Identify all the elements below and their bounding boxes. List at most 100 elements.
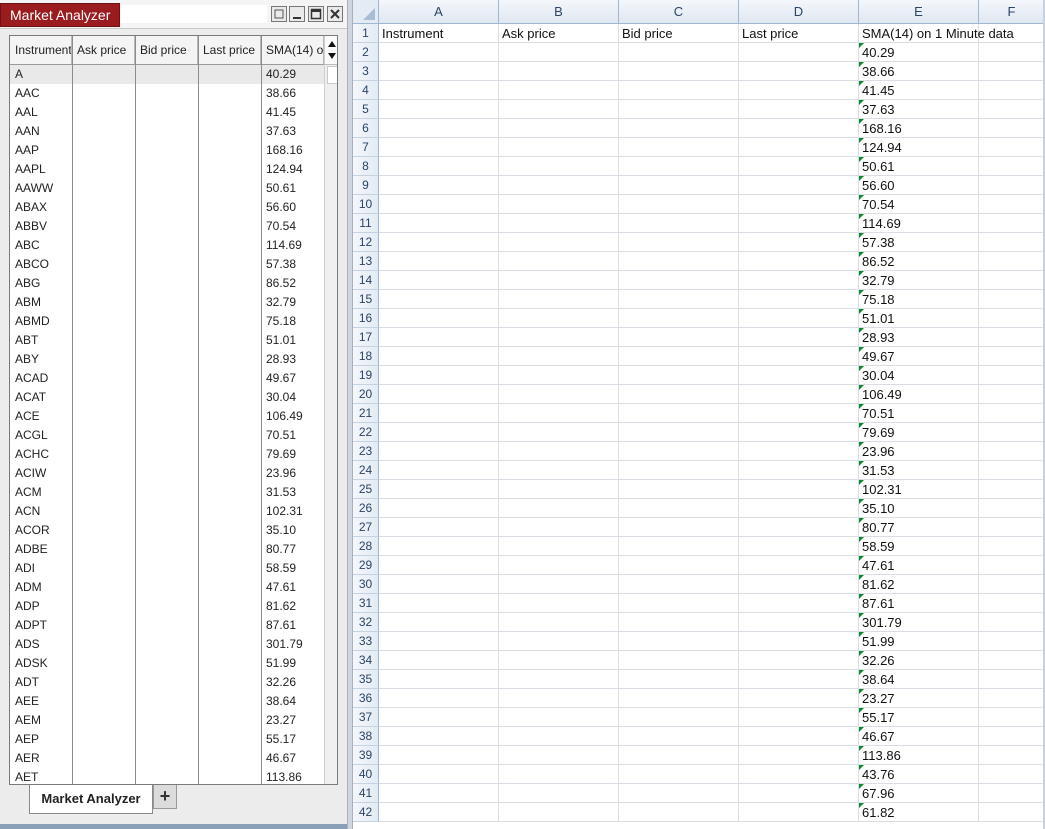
cell[interactable] [619, 290, 739, 309]
cell[interactable]: 67.96 [859, 784, 979, 803]
tab-market-analyzer[interactable]: Market Analyzer [29, 785, 153, 814]
cell-sma[interactable]: 57.38 [261, 255, 324, 274]
table-row[interactable]: ADSK 51.99 [10, 654, 324, 673]
cell-sma[interactable]: 49.67 [261, 369, 324, 388]
cell[interactable]: 70.54 [859, 195, 979, 214]
cell[interactable]: 23.96 [859, 442, 979, 461]
cell[interactable] [739, 366, 859, 385]
cell[interactable] [619, 252, 739, 271]
cell[interactable] [619, 613, 739, 632]
cell-sma[interactable]: 124.94 [261, 160, 324, 179]
cell-instrument[interactable]: ACAD [10, 369, 72, 388]
cell[interactable]: 55.17 [859, 708, 979, 727]
add-tab-button[interactable]: + [153, 785, 177, 809]
cell-sma[interactable]: 37.63 [261, 122, 324, 141]
cell[interactable] [379, 347, 499, 366]
cell[interactable]: 40.29 [859, 43, 979, 62]
cell-sma[interactable]: 38.66 [261, 84, 324, 103]
table-row[interactable]: ABMD 75.18 [10, 312, 324, 331]
cell[interactable] [619, 423, 739, 442]
cell[interactable] [739, 708, 859, 727]
cell-sma[interactable]: 55.17 [261, 730, 324, 749]
cell[interactable] [499, 62, 619, 81]
row-number[interactable]: 23 [353, 442, 379, 461]
cell[interactable] [739, 689, 859, 708]
cell-sma[interactable]: 50.61 [261, 179, 324, 198]
table-row[interactable]: ACM 31.53 [10, 483, 324, 502]
column-header-bid-price[interactable]: Bid price [135, 36, 198, 64]
cell[interactable] [619, 784, 739, 803]
cell[interactable] [979, 556, 1045, 575]
cell-bid-price[interactable] [135, 578, 198, 597]
cell[interactable] [379, 537, 499, 556]
cell-bid-price[interactable] [135, 293, 198, 312]
row-number[interactable]: 26 [353, 499, 379, 518]
row-number[interactable]: 31 [353, 594, 379, 613]
cell[interactable]: Ask price [499, 24, 619, 43]
cell-sma[interactable]: 32.26 [261, 673, 324, 692]
cell[interactable] [379, 594, 499, 613]
cell-bid-price[interactable] [135, 616, 198, 635]
cell[interactable]: 102.31 [859, 480, 979, 499]
table-row[interactable]: ABCO 57.38 [10, 255, 324, 274]
cell-bid-price[interactable] [135, 274, 198, 293]
column-header-last-price[interactable]: Last price [198, 36, 261, 64]
cell-ask-price[interactable] [72, 559, 135, 578]
table-row[interactable]: AER 46.67 [10, 749, 324, 768]
cell[interactable] [379, 119, 499, 138]
cell-instrument[interactable]: AAP [10, 141, 72, 160]
cell[interactable] [979, 157, 1045, 176]
table-row[interactable]: ADP 81.62 [10, 597, 324, 616]
cell[interactable] [739, 233, 859, 252]
cell[interactable]: 75.18 [859, 290, 979, 309]
cell[interactable]: 41.45 [859, 81, 979, 100]
cell[interactable]: 61.82 [859, 803, 979, 822]
cell[interactable] [499, 309, 619, 328]
cell[interactable] [379, 556, 499, 575]
cell-ask-price[interactable] [72, 597, 135, 616]
cell[interactable] [499, 43, 619, 62]
cell-sma[interactable]: 47.61 [261, 578, 324, 597]
table-row[interactable]: AAWW 50.61 [10, 179, 324, 198]
cell-bid-price[interactable] [135, 160, 198, 179]
cell[interactable] [979, 24, 1045, 43]
cell[interactable] [619, 689, 739, 708]
cell-ask-price[interactable] [72, 84, 135, 103]
cell-instrument[interactable]: AET [10, 768, 72, 784]
cell-bid-price[interactable] [135, 559, 198, 578]
cell-ask-price[interactable] [72, 388, 135, 407]
cell[interactable] [379, 480, 499, 499]
cell-last-price[interactable] [198, 236, 261, 255]
cell[interactable] [979, 442, 1045, 461]
cell[interactable]: 301.79 [859, 613, 979, 632]
cell-instrument[interactable]: ACHC [10, 445, 72, 464]
row-number[interactable]: 18 [353, 347, 379, 366]
cell-ask-price[interactable] [72, 179, 135, 198]
cell[interactable] [739, 214, 859, 233]
cell[interactable] [379, 138, 499, 157]
cell[interactable] [739, 499, 859, 518]
row-number[interactable]: 16 [353, 309, 379, 328]
cell[interactable] [619, 43, 739, 62]
row-number[interactable]: 38 [353, 727, 379, 746]
cell[interactable]: Last price [739, 24, 859, 43]
cell-last-price[interactable] [198, 768, 261, 784]
cell[interactable] [379, 670, 499, 689]
cell[interactable] [619, 442, 739, 461]
maximize-icon[interactable] [308, 6, 324, 22]
cell-instrument[interactable]: ADI [10, 559, 72, 578]
cell[interactable] [379, 613, 499, 632]
cell-last-price[interactable] [198, 559, 261, 578]
cell[interactable] [979, 290, 1045, 309]
table-row[interactable]: AAC 38.66 [10, 84, 324, 103]
cell[interactable] [979, 518, 1045, 537]
cell[interactable] [739, 195, 859, 214]
vertical-scrollbar[interactable] [324, 36, 337, 784]
cell-ask-price[interactable] [72, 160, 135, 179]
cell[interactable] [499, 233, 619, 252]
table-row[interactable]: ABC 114.69 [10, 236, 324, 255]
cell[interactable] [739, 423, 859, 442]
cell[interactable] [499, 784, 619, 803]
cell[interactable]: 106.49 [859, 385, 979, 404]
cell[interactable] [979, 347, 1045, 366]
